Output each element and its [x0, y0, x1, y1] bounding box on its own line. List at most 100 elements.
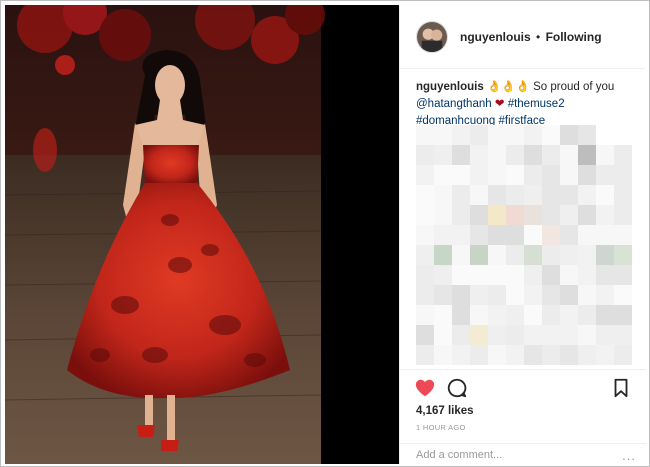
pixel-block: [452, 265, 470, 285]
pixel-block: [542, 305, 560, 325]
pixel-block: [452, 145, 470, 165]
pixel-block: [470, 225, 488, 245]
avatar[interactable]: [416, 20, 448, 53]
pixel-block: [434, 125, 452, 145]
pixel-block: [596, 325, 614, 345]
pixel-block: [506, 325, 524, 345]
pixel-block: [452, 285, 470, 305]
pixel-block: [416, 245, 434, 265]
comment-input[interactable]: Add a comment... ...: [400, 443, 646, 464]
post-photo[interactable]: [5, 5, 399, 464]
pixel-block: [560, 185, 578, 205]
pixel-block: [542, 245, 560, 265]
post-sidebar: nguyenlouis • Following nguyenlouis 👌👌👌 …: [399, 5, 646, 464]
pixel-block: [470, 305, 488, 325]
pixel-block: [470, 185, 488, 205]
following-button[interactable]: Following: [546, 30, 602, 44]
pixel-block: [452, 225, 470, 245]
bookmark-icon: [614, 378, 628, 398]
pixel-block: [596, 205, 614, 225]
more-options-icon[interactable]: ...: [622, 448, 636, 463]
pixel-block: [506, 245, 524, 265]
pixel-block: [506, 345, 524, 365]
pixel-block: [596, 285, 614, 305]
avatar-image: [417, 21, 447, 52]
pixel-block: [416, 305, 434, 325]
pixel-block: [470, 325, 488, 345]
pixel-block: [614, 145, 632, 165]
pixel-block: [614, 165, 632, 185]
pixel-block: [614, 285, 632, 305]
pixel-block: [452, 245, 470, 265]
pixel-block: [524, 345, 542, 365]
pixel-block: [470, 345, 488, 365]
likes-count[interactable]: 4,167 likes: [416, 405, 474, 417]
pixel-block: [614, 305, 632, 325]
pixel-block: [614, 265, 632, 285]
pixel-block: [578, 345, 596, 365]
pixel-block: [578, 125, 596, 145]
pixel-block: [506, 145, 524, 165]
pixel-block: [470, 205, 488, 225]
pixel-block: [416, 185, 434, 205]
like-button[interactable]: [414, 377, 436, 399]
pixel-block: [578, 145, 596, 165]
pixel-block: [614, 245, 632, 265]
pixel-block: [416, 325, 434, 345]
pixel-block: [416, 205, 434, 225]
pixel-block: [488, 245, 506, 265]
post-header: nguyenlouis • Following: [400, 5, 645, 69]
pixel-block: [416, 285, 434, 305]
pixel-block: [452, 345, 470, 365]
caption-username[interactable]: nguyenlouis: [416, 81, 484, 93]
pixel-block: [578, 185, 596, 205]
caption-text: So proud of you: [533, 81, 615, 93]
pixel-block: [470, 145, 488, 165]
comment-placeholder: Add a comment...: [416, 449, 503, 461]
pixel-block: [488, 345, 506, 365]
pixel-block: [596, 345, 614, 365]
pixel-block: [434, 325, 452, 345]
pixel-block: [470, 265, 488, 285]
pixel-block: [596, 165, 614, 185]
header-separator: •: [536, 29, 541, 44]
pixel-block: [434, 225, 452, 245]
pixel-block: [614, 205, 632, 225]
runway-photo-image: [5, 5, 399, 464]
pixel-block: [542, 125, 560, 145]
hashtag-themuse2[interactable]: #themuse2: [508, 98, 565, 110]
pixel-block: [596, 245, 614, 265]
pixel-block: [578, 285, 596, 305]
caption-mention[interactable]: @hatangthanh: [416, 98, 492, 110]
pixel-block: [560, 165, 578, 185]
action-bar: [400, 369, 646, 401]
post-timestamp[interactable]: 1 HOUR AGO: [416, 423, 466, 432]
pixel-block: [470, 285, 488, 305]
pixel-block: [560, 265, 578, 285]
pixel-block: [488, 265, 506, 285]
save-button[interactable]: [610, 377, 632, 399]
instagram-post-window: nguyenlouis • Following nguyenlouis 👌👌👌 …: [0, 0, 650, 467]
pixel-block: [614, 325, 632, 345]
pixel-block: [614, 185, 632, 205]
comment-button[interactable]: [446, 377, 468, 399]
pixel-block: [452, 125, 470, 145]
pixelated-comments: [416, 125, 634, 365]
pixel-block: [542, 145, 560, 165]
pixel-block: [560, 225, 578, 245]
pixel-block: [434, 265, 452, 285]
pixel-block: [434, 165, 452, 185]
pixel-block: [578, 165, 596, 185]
pixel-block: [506, 305, 524, 325]
pixel-block: [578, 245, 596, 265]
pixel-block: [542, 185, 560, 205]
pixel-block: [506, 185, 524, 205]
pixel-block: [560, 205, 578, 225]
pixel-block: [506, 225, 524, 245]
header-username[interactable]: nguyenlouis: [460, 30, 531, 44]
pixel-block: [524, 145, 542, 165]
pixel-block: [542, 165, 560, 185]
heart-emoji: ❤: [494, 98, 505, 110]
ok-hand-emoji: 👌👌👌: [486, 81, 530, 93]
pixel-block: [542, 225, 560, 245]
